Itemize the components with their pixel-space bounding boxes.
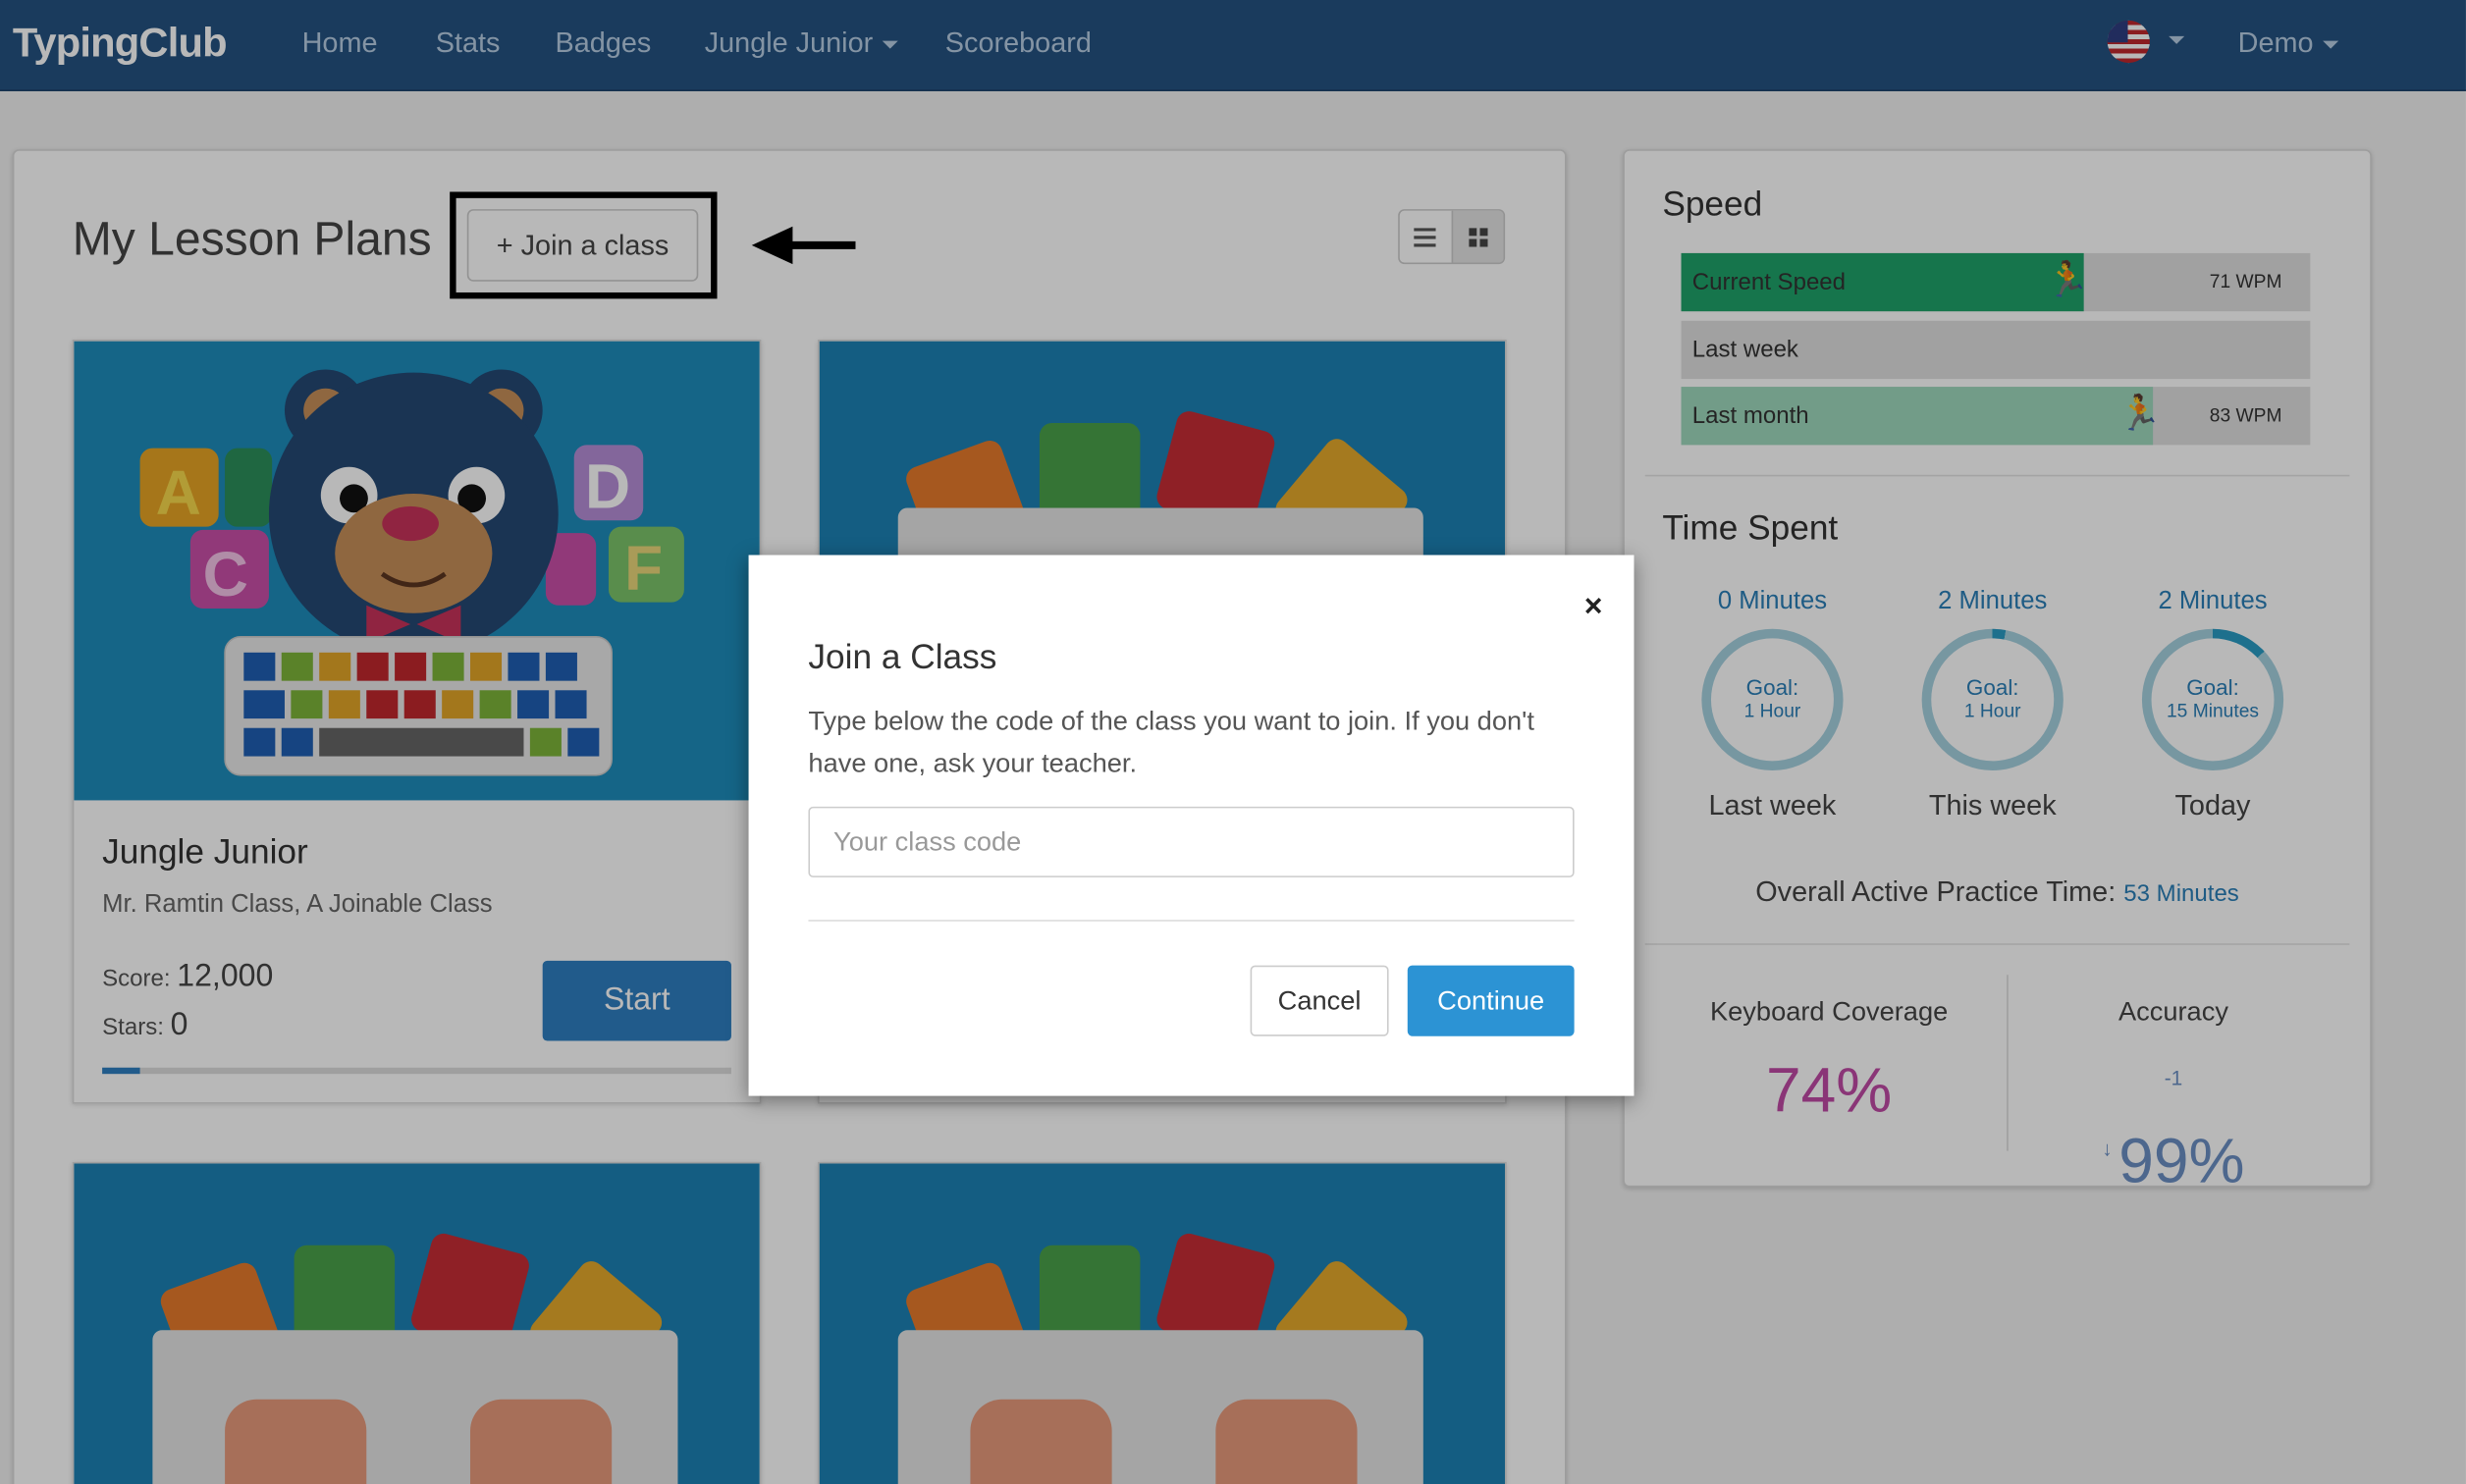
divider bbox=[808, 920, 1575, 922]
continue-button[interactable]: Continue bbox=[1407, 965, 1575, 1036]
join-class-modal: × Join a Class Type below the code of th… bbox=[748, 555, 1635, 1096]
cancel-button[interactable]: Cancel bbox=[1250, 965, 1389, 1036]
modal-title: Join a Class bbox=[808, 636, 997, 676]
modal-description: Type below the code of the class you wan… bbox=[808, 706, 1534, 778]
class-code-input[interactable] bbox=[808, 806, 1575, 877]
close-icon[interactable]: × bbox=[1584, 590, 1603, 626]
typingclub-page: TypingClub Home Stats Badges Jungle Juni… bbox=[0, 0, 2466, 1484]
